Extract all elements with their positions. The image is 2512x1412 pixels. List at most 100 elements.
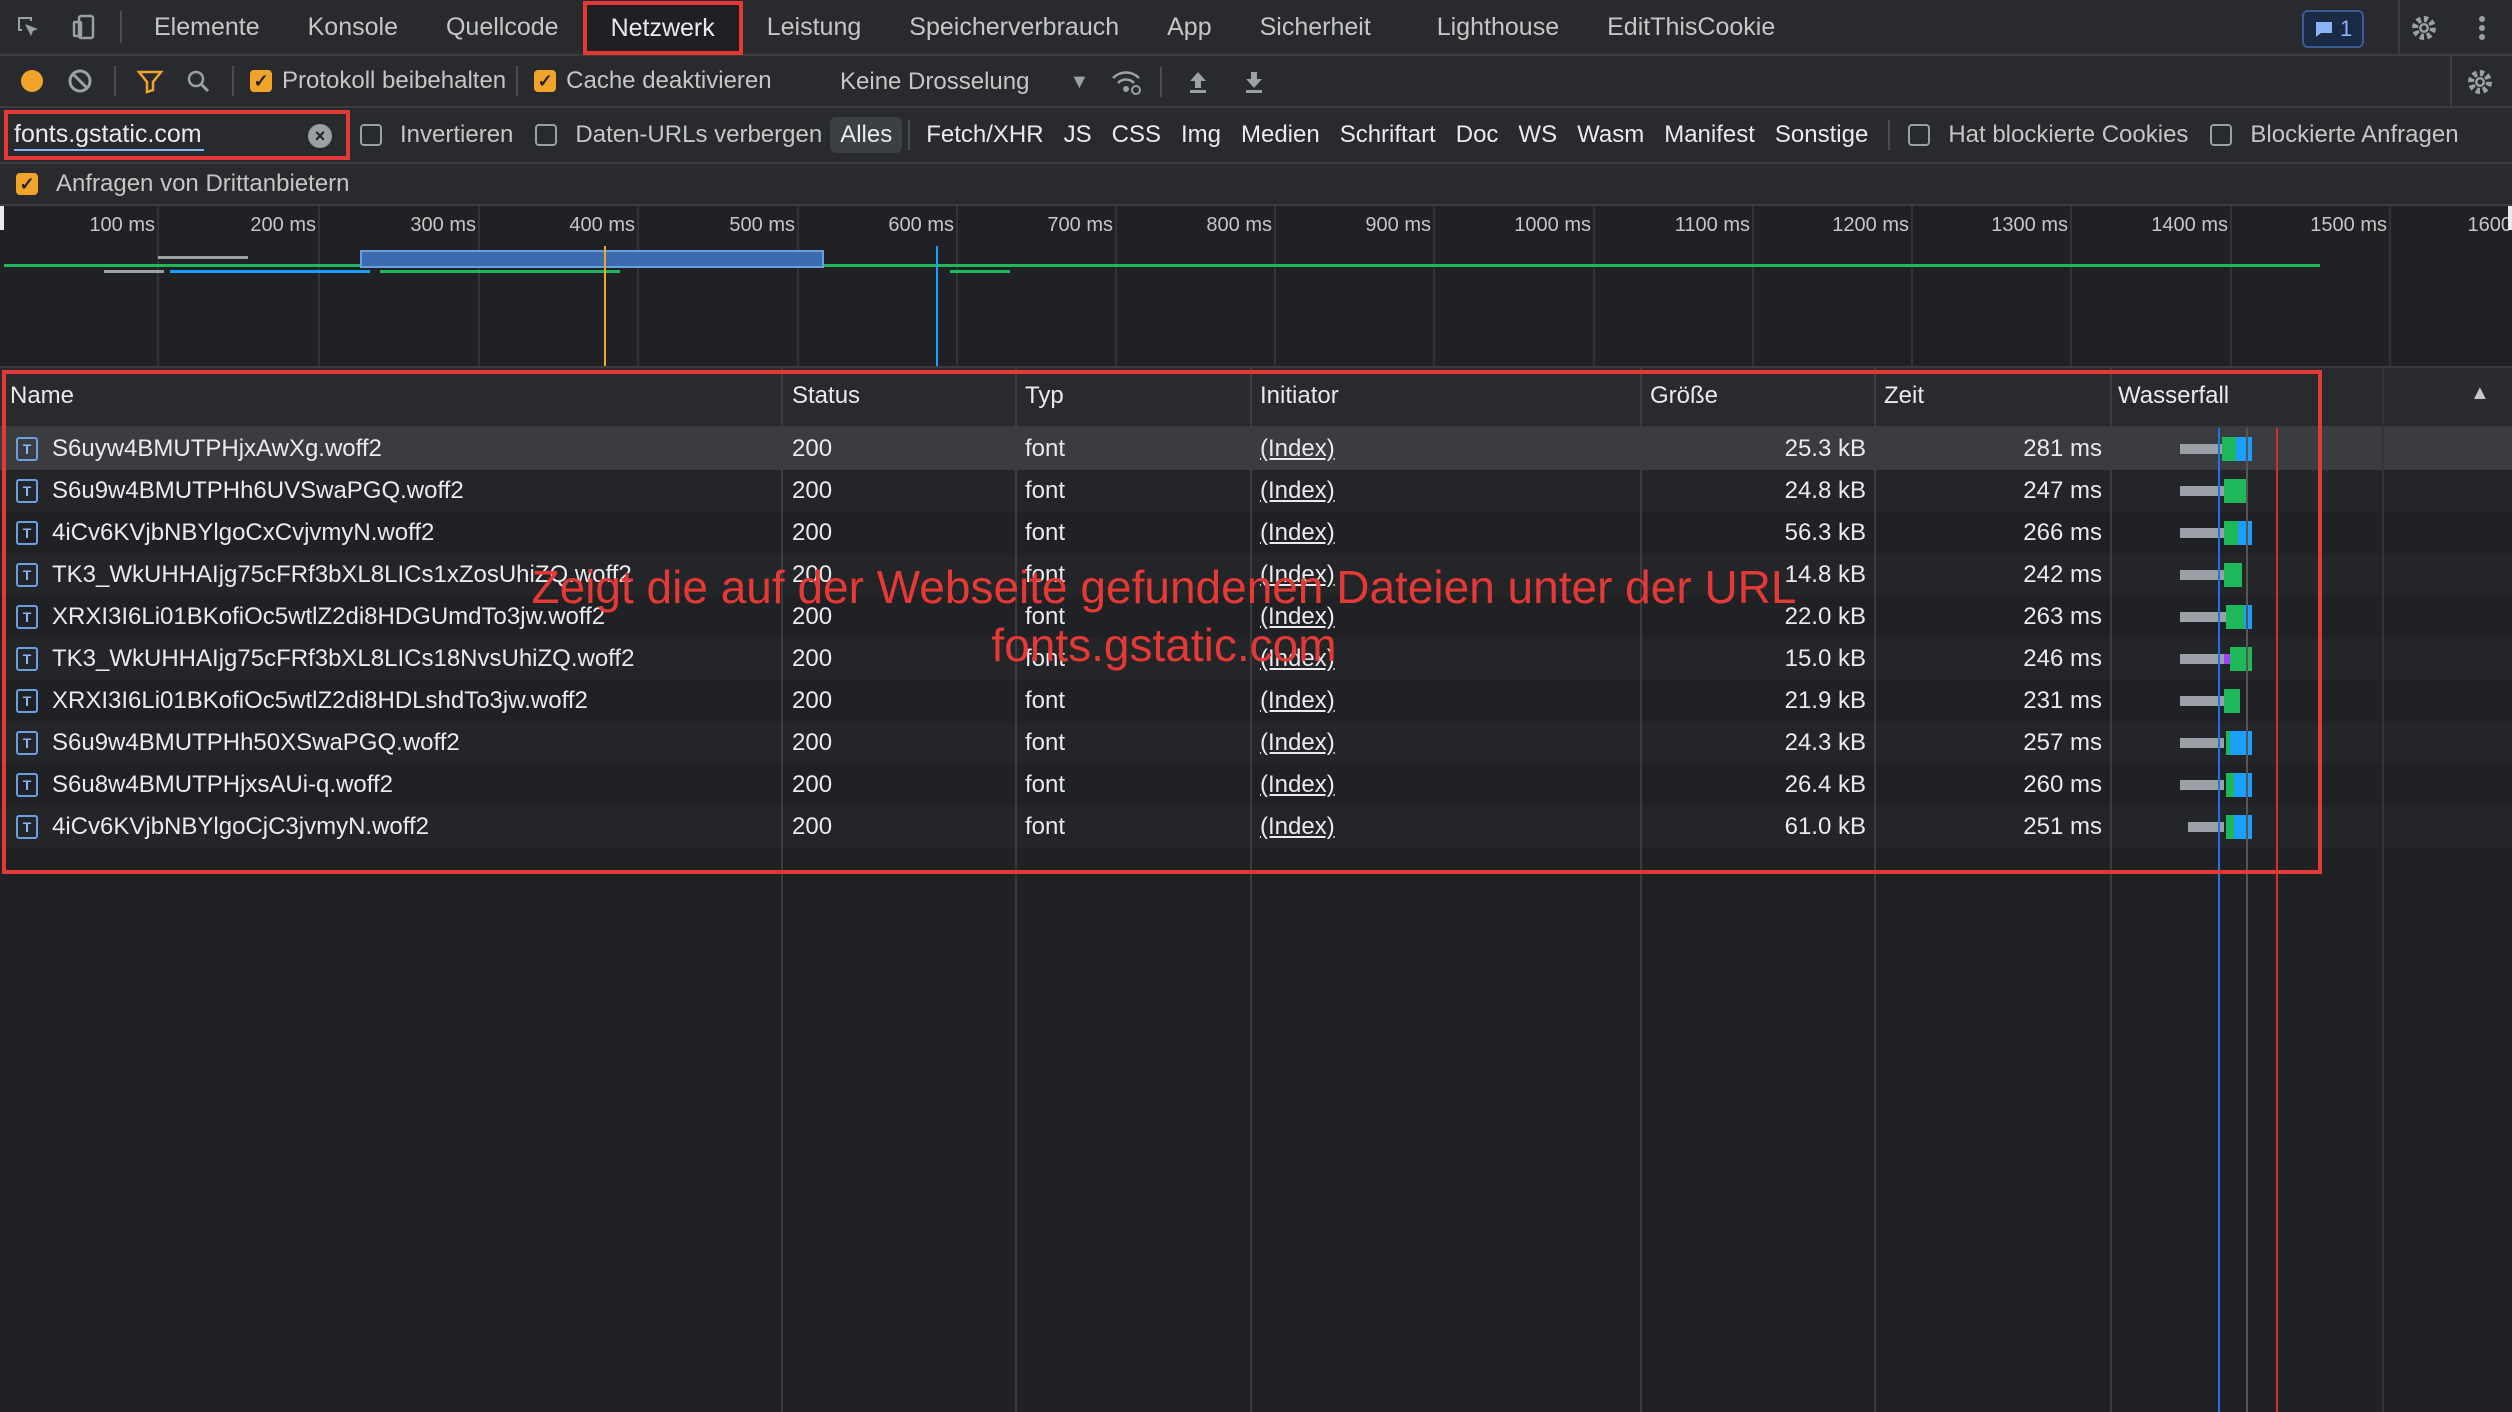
table-row[interactable]: T XRXI3I6Li01BKofiOc5wtlZ2di8HDLshdTo3jw.… <box>0 680 2512 722</box>
waterfall-waiting-bar <box>2226 773 2234 797</box>
table-row[interactable]: T 4iCv6KVjbNBYlgoCxCvjvmyN.woff2 200 font (I… <box>0 512 2512 554</box>
invert-checkbox[interactable] <box>360 124 382 146</box>
export-har-icon[interactable] <box>1230 58 1278 106</box>
more-options-icon[interactable] <box>2454 0 2510 56</box>
cell-initiator-link[interactable]: (Index) <box>1260 687 1335 715</box>
preserve-log-checkbox[interactable]: ✓ <box>250 70 272 92</box>
network-settings-gear-icon[interactable] <box>2456 58 2504 106</box>
cell-size: 61.0 kB <box>1784 813 1866 840</box>
search-icon[interactable] <box>174 57 222 105</box>
type-filter-fetch-xhr[interactable]: Fetch/XHR <box>916 117 1053 153</box>
overview-activity-bar <box>380 270 620 273</box>
blocked-cookies-checkbox[interactable] <box>1908 124 1931 146</box>
cell-initiator-link[interactable]: (Index) <box>1260 813 1335 841</box>
device-toolbar-icon[interactable] <box>56 0 112 55</box>
column-header-type[interactable]: Typ <box>1025 382 1064 410</box>
throttling-select[interactable]: Keine Drosselung ▼ <box>840 56 1089 108</box>
tab-app[interactable]: App <box>1143 0 1235 55</box>
settings-gear-icon[interactable] <box>2396 0 2452 56</box>
cell-initiator-link[interactable]: (Index) <box>1260 435 1335 463</box>
timeline-tick: 300 ms <box>410 214 476 236</box>
overview-right-handle[interactable] <box>2508 206 2512 230</box>
record-icon[interactable] <box>8 57 56 105</box>
overview-activity-bar <box>360 250 824 268</box>
cell-initiator-link[interactable]: (Index) <box>1260 771 1335 799</box>
waterfall-download-bar <box>2238 521 2252 545</box>
cell-size: 25.3 kB <box>1784 435 1866 462</box>
cell-initiator-link[interactable]: (Index) <box>1260 477 1335 505</box>
waterfall-waiting-bar <box>2226 605 2244 629</box>
third-party-checkbox[interactable]: ✓ <box>16 173 38 195</box>
type-filter-ws[interactable]: WS <box>1508 117 1567 153</box>
type-filter-sonstige[interactable]: Sonstige <box>1765 117 1878 153</box>
table-row[interactable]: T S6u9w4BMUTPHh50XSwaPGQ.woff2 200 font (Ind… <box>0 722 2512 764</box>
tab-speicherverbrauch[interactable]: Speicherverbrauch <box>885 0 1143 55</box>
column-divider <box>1640 368 1642 1412</box>
sort-ascending-icon[interactable]: ▲ <box>2470 382 2490 405</box>
tab-quellcode[interactable]: Quellcode <box>422 0 583 55</box>
toolbar-separator <box>516 66 519 96</box>
type-filter-separator <box>908 120 911 150</box>
cell-type: font <box>1025 771 1066 798</box>
disable-cache-label: Cache deaktivieren <box>566 67 772 94</box>
cell-type: font <box>1025 477 1066 504</box>
table-row[interactable]: T S6u8w4BMUTPHjxsAUi-q.woff2 200 font (Index… <box>0 764 2512 806</box>
font-file-icon: T <box>16 437 38 461</box>
tab-editthiscookie[interactable]: EditThisCookie <box>1583 0 1799 55</box>
waterfall-grid-line <box>2382 368 2384 1412</box>
tab-sicherheit[interactable]: Sicherheit <box>1236 0 1395 55</box>
table-row[interactable]: T S6u9w4BMUTPHh6UVSwaPGQ.woff2 200 font (Ind… <box>0 470 2512 512</box>
waterfall-grid-line <box>2246 428 2248 1412</box>
column-header-waterfall[interactable]: Wasserfall <box>2118 382 2229 410</box>
column-header-time[interactable]: Zeit <box>1884 382 1924 410</box>
import-har-icon[interactable] <box>1174 58 1222 106</box>
messages-badge[interactable]: 1 <box>2302 10 2365 48</box>
tab-netzwerk[interactable]: Netzwerk <box>582 1 743 55</box>
type-filter-schriftart[interactable]: Schriftart <box>1330 117 1446 153</box>
column-header-status[interactable]: Status <box>792 382 860 410</box>
column-header-initiator[interactable]: Initiator <box>1260 382 1339 410</box>
tab-elemente[interactable]: Elemente <box>130 0 284 55</box>
waterfall-download-bar <box>2236 437 2252 461</box>
waterfall-download-bar <box>2230 731 2252 755</box>
cell-type: font <box>1025 729 1066 756</box>
column-header-name[interactable]: Name <box>10 382 74 410</box>
type-filter-wasm[interactable]: Wasm <box>1567 117 1654 153</box>
inspect-element-icon[interactable] <box>0 0 56 55</box>
tab-lighthouse[interactable]: Lighthouse <box>1413 0 1583 55</box>
network-conditions-wifi-icon[interactable] <box>1102 58 1150 106</box>
clear-icon[interactable] <box>56 57 104 105</box>
type-filter-doc[interactable]: Doc <box>1446 117 1509 153</box>
cell-type: font <box>1025 813 1066 840</box>
blocked-requests-checkbox[interactable] <box>2210 124 2233 146</box>
tab-separator <box>120 11 122 43</box>
type-filter-medien[interactable]: Medien <box>1231 117 1330 153</box>
devtools-tab-bar: Elemente Konsole Quellcode Netzwerk Leis… <box>0 0 2512 56</box>
throttling-value: Keine Drosselung <box>840 68 1030 95</box>
hide-data-urls-checkbox[interactable] <box>535 124 558 146</box>
tab-leistung[interactable]: Leistung <box>743 0 886 55</box>
table-row[interactable]: T S6uyw4BMUTPHjxAwXg.woff2 200 font (Index) 2… <box>0 428 2512 470</box>
cell-initiator-link[interactable]: (Index) <box>1260 729 1335 757</box>
type-filter-css[interactable]: CSS <box>1102 117 1171 153</box>
column-header-size[interactable]: Größe <box>1650 382 1718 410</box>
type-filter-img[interactable]: Img <box>1171 117 1231 153</box>
overview-left-handle[interactable] <box>0 206 4 230</box>
cell-initiator-link[interactable]: (Index) <box>1260 519 1335 547</box>
type-filter-js[interactable]: JS <box>1054 117 1102 153</box>
clear-filter-icon[interactable]: × <box>308 124 332 148</box>
table-row[interactable]: T 4iCv6KVjbNBYlgoCjC3jvmyN.woff2 200 font (I… <box>0 806 2512 848</box>
disable-cache-checkbox[interactable]: ✓ <box>534 70 557 92</box>
timeline-tick: 1200 ms <box>1832 214 1909 236</box>
toolbar-separator <box>232 66 234 96</box>
cell-size: 24.3 kB <box>1784 729 1866 756</box>
type-filter-alles[interactable]: Alles <box>830 117 903 153</box>
type-filter-manifest[interactable]: Manifest <box>1654 117 1765 153</box>
filter-icon[interactable] <box>126 57 174 105</box>
third-party-row: ✓ Anfragen von Drittanbietern <box>0 164 2512 206</box>
filter-input[interactable]: fonts.gstatic.com × <box>4 110 350 160</box>
hide-data-urls-label: Daten-URLs verbergen <box>575 121 823 148</box>
cell-time: 231 ms <box>2023 687 2102 714</box>
overview-timeline[interactable]: 100 ms 200 ms 300 ms 400 ms 500 ms 600 m… <box>0 206 2512 368</box>
tab-konsole[interactable]: Konsole <box>284 0 422 55</box>
